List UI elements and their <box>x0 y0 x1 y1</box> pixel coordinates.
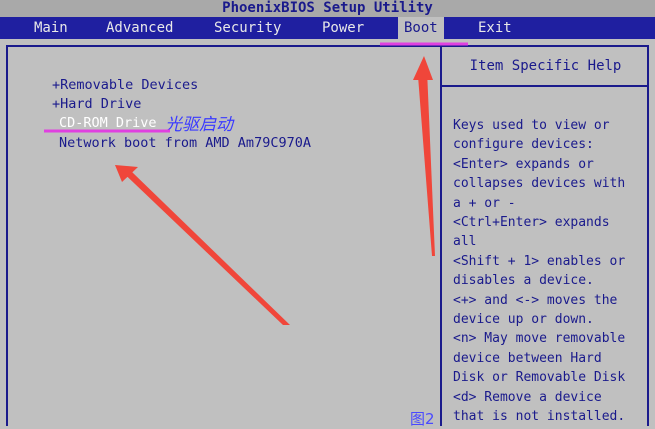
help-line: device up or down. <box>453 312 594 328</box>
help-line: configure devices: <box>453 137 594 153</box>
boot-item-removable-devices[interactable]: +Removable Devices <box>52 77 198 93</box>
help-line: collapses devices with <box>453 176 626 192</box>
help-title: Item Specific Help <box>442 47 649 87</box>
menu-bar: Main Advanced Security Power Boot Exit <box>0 17 655 39</box>
menu-main[interactable]: Main <box>34 17 68 39</box>
panel-divider <box>440 45 442 426</box>
help-line: <n> May move removable <box>453 331 626 347</box>
help-text: Keys used to view or configure devices: … <box>453 116 643 427</box>
boot-item-cdrom-drive[interactable]: CD-ROM Drive <box>59 115 157 131</box>
help-line: <Ctrl+Enter> expands <box>453 215 610 231</box>
help-line: Keys used to view or <box>453 118 610 133</box>
bios-title: PhoenixBIOS Setup Utility <box>0 0 655 17</box>
help-line: a + or - <box>453 195 516 211</box>
help-line: device between Hard <box>453 350 602 366</box>
menu-advanced[interactable]: Advanced <box>106 17 173 39</box>
help-line: that is not installed. <box>453 409 626 425</box>
menu-power[interactable]: Power <box>322 17 364 39</box>
menu-exit[interactable]: Exit <box>478 17 512 39</box>
boot-item-network-boot[interactable]: Network boot from AMD Am79C970A <box>59 135 311 151</box>
help-line: disables a device. <box>453 273 594 289</box>
help-line: <Enter> expands or <box>453 156 594 172</box>
help-line: all <box>453 234 477 250</box>
boot-item-hard-drive[interactable]: +Hard Drive <box>52 96 141 112</box>
help-line: <d> Remove a device <box>453 389 602 405</box>
annotation-label: 光驱启动 <box>165 115 233 135</box>
help-line: <Shift + 1> enables or <box>453 253 626 269</box>
menu-security[interactable]: Security <box>214 17 281 39</box>
help-line: Disk or Removable Disk <box>453 370 626 386</box>
menu-boot[interactable]: Boot <box>398 17 444 39</box>
help-line: <+> and <-> moves the <box>453 292 618 308</box>
